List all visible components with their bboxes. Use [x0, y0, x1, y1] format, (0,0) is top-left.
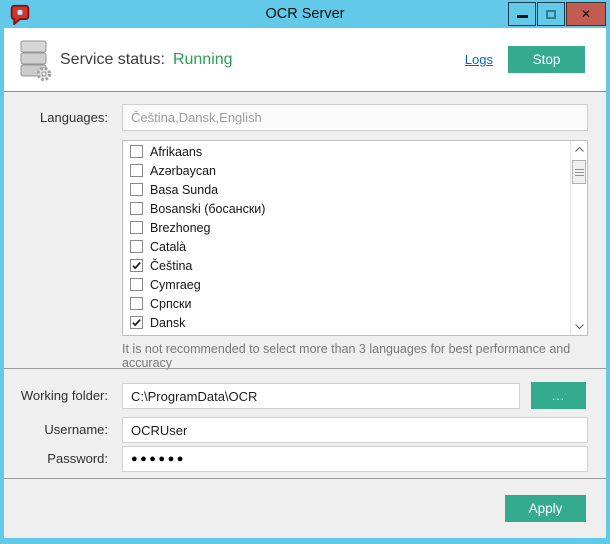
language-label: Brezhoneg [150, 221, 210, 235]
stop-button[interactable]: Stop [508, 46, 585, 73]
checkbox-unchecked[interactable] [130, 297, 143, 310]
checkbox-unchecked[interactable] [130, 240, 143, 253]
checkbox-checked[interactable] [130, 316, 143, 329]
language-label: Dansk [150, 316, 185, 330]
password-label: Password: [4, 446, 108, 472]
language-list-scrollbar[interactable] [570, 141, 587, 335]
languages-label: Languages: [4, 104, 108, 131]
language-list: Afrikaans Azərbaycan Basa Sunda Bosanski (б… [123, 141, 570, 335]
language-list-item[interactable]: Српски [123, 294, 570, 313]
languages-note: It is not recommended to select more tha… [122, 342, 606, 370]
scrollbar-thumb[interactable] [572, 160, 586, 184]
working-folder-label: Working folder: [4, 383, 108, 409]
language-list-item[interactable]: Dansk [123, 313, 570, 332]
scroll-up-icon[interactable] [571, 141, 587, 158]
working-folder-input[interactable] [122, 383, 520, 409]
close-icon: ✕ [581, 8, 591, 20]
language-label: Afrikaans [150, 145, 202, 159]
service-status-bar: Service status: Running Logs Stop [4, 28, 606, 92]
languages-summary-input[interactable] [122, 104, 588, 131]
scroll-down-icon[interactable] [571, 318, 587, 335]
language-list-item[interactable]: Deutsch [123, 332, 570, 335]
close-button[interactable]: ✕ [566, 2, 606, 26]
language-list-item[interactable]: Català [123, 237, 570, 256]
checkbox-unchecked[interactable] [130, 278, 143, 291]
username-input[interactable] [122, 417, 588, 443]
language-label: Deutsch [150, 335, 196, 336]
window-body: Service status: Running Logs Stop Langua… [4, 28, 606, 538]
logs-link[interactable]: Logs [465, 52, 493, 67]
language-label: Azərbaycan [150, 164, 216, 178]
ocr-server-window: OCR Server ✕ Service status: R [0, 0, 610, 544]
language-label: Čeština [150, 259, 192, 273]
service-status-value: Running [173, 51, 233, 69]
footer-divider [4, 478, 606, 479]
section-divider [4, 368, 606, 369]
titlebar: OCR Server ✕ [0, 0, 610, 28]
checkbox-unchecked[interactable] [130, 145, 143, 158]
minimize-button[interactable] [508, 2, 536, 26]
checkbox-checked[interactable] [130, 259, 143, 272]
username-label: Username: [4, 417, 108, 443]
language-label: Bosanski (босански) [150, 202, 265, 216]
service-status-label: Service status: [60, 51, 165, 69]
database-gear-icon [18, 38, 52, 82]
language-label: Cymraeg [150, 278, 201, 292]
language-label: Српски [150, 297, 191, 311]
thumb-grip-icon [575, 169, 584, 176]
checkbox-unchecked[interactable] [130, 202, 143, 215]
maximize-icon [546, 10, 556, 19]
apply-button[interactable]: Apply [505, 495, 586, 522]
password-input[interactable] [122, 446, 588, 472]
language-label: Basa Sunda [150, 183, 218, 197]
language-list-item[interactable]: Brezhoneg [123, 218, 570, 237]
language-list-item[interactable]: Bosanski (босански) [123, 199, 570, 218]
checkbox-unchecked[interactable] [130, 164, 143, 177]
browse-button[interactable]: ... [531, 382, 586, 409]
language-list-item[interactable]: Basa Sunda [123, 180, 570, 199]
checkbox-unchecked[interactable] [130, 183, 143, 196]
language-label: Català [150, 240, 186, 254]
checkbox-unchecked[interactable] [130, 221, 143, 234]
maximize-button[interactable] [537, 2, 565, 26]
language-list-item[interactable]: Afrikaans [123, 142, 570, 161]
language-list-item[interactable]: Cymraeg [123, 275, 570, 294]
minimize-icon [517, 15, 528, 18]
language-list-box: Afrikaans Azərbaycan Basa Sunda Bosanski (б… [122, 140, 588, 336]
language-list-item[interactable]: Čeština [123, 256, 570, 275]
language-list-item[interactable]: Azərbaycan [123, 161, 570, 180]
